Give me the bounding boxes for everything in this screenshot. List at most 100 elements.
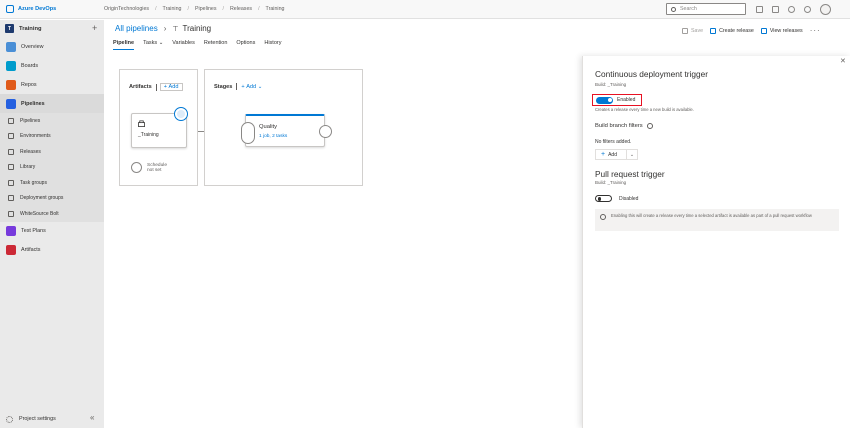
rocket-icon: [710, 27, 717, 34]
task-groups-icon: [8, 179, 14, 186]
pre-deployment-conditions-icon[interactable]: [241, 122, 255, 144]
build-icon: [138, 120, 145, 127]
save-button[interactable]: Save: [682, 27, 704, 34]
trigger-flyout: ✕ Continuous deployment trigger Build: _…: [582, 56, 850, 428]
breadcrumb-separator: /: [187, 6, 189, 12]
add-filter-label: Add: [608, 151, 617, 158]
pr-trigger-toggle[interactable]: Disabled: [595, 195, 638, 202]
sidebar-item-label: Overview: [21, 43, 44, 50]
breadcrumb-separator: /: [258, 6, 260, 12]
repos-icon: [6, 79, 16, 90]
save-icon: [682, 27, 688, 34]
more-actions-icon[interactable]: ···: [810, 26, 821, 35]
sidebar-item-overview[interactable]: Overview: [0, 37, 104, 56]
project-settings[interactable]: Project settings «: [0, 410, 104, 428]
cd-trigger-toggle[interactable]: Enabled: [592, 94, 642, 106]
add-stage-button[interactable]: + Add ⌄: [241, 84, 262, 90]
sidebar-subitem-releases[interactable]: Releases: [0, 144, 104, 160]
tab-pipeline[interactable]: Pipeline: [113, 40, 135, 50]
tab-retention[interactable]: Retention: [204, 40, 228, 50]
schedule-trigger[interactable]: Schedule not set: [131, 162, 167, 173]
avatar[interactable]: [820, 4, 831, 15]
schedule-line2: not set: [147, 167, 162, 173]
add-icon[interactable]: +: [92, 23, 97, 33]
create-release-label: Create release: [719, 27, 754, 34]
all-pipelines-link[interactable]: All pipelines: [115, 24, 158, 33]
header-actions: Save Create release View releases ···: [682, 26, 821, 35]
page-title: All pipelines › ⊤ Training: [115, 24, 211, 33]
sidebar-item-boards[interactable]: Boards: [0, 56, 104, 75]
breadcrumb-project[interactable]: Training: [163, 6, 182, 12]
pr-note-text: Enabling this will create a release ever…: [611, 213, 812, 218]
save-label: Save: [691, 27, 704, 34]
pr-trigger-note: Enabling this will create a release ever…: [595, 209, 839, 231]
chevron-down-icon[interactable]: ⌄: [626, 149, 637, 160]
artifact-name: _Training: [138, 132, 159, 138]
search-icon: [671, 6, 676, 12]
chevron-down-icon: ⌄: [257, 83, 263, 90]
cd-trigger-badge[interactable]: [174, 107, 188, 121]
sidebar-subitem-task-groups[interactable]: Task groups: [0, 175, 104, 191]
breadcrumb-pipelines[interactable]: Pipelines: [195, 6, 217, 12]
close-icon[interactable]: ✕: [840, 57, 846, 65]
brand-name: Azure DevOps: [18, 6, 57, 12]
list-icon: [760, 27, 767, 34]
cd-trigger-title: Continuous deployment trigger: [595, 69, 708, 79]
search-input[interactable]: Search: [666, 3, 746, 15]
add-filter-button[interactable]: + Add ⌄: [595, 149, 638, 160]
sidebar-subitem-environments[interactable]: Environments: [0, 128, 104, 144]
sidebar-item-label: Pipelines: [21, 100, 45, 107]
sidebar-subitem-library[interactable]: Library: [0, 159, 104, 175]
branch-filters-heading: Build branch filters: [595, 123, 653, 129]
pipeline-name[interactable]: Training: [182, 24, 211, 33]
project-header[interactable]: T Training +: [0, 20, 104, 37]
sidebar-subitem-label: Task groups: [20, 179, 47, 186]
tab-options[interactable]: Options: [236, 40, 255, 50]
sidebar-item-artifacts[interactable]: Artifacts: [0, 241, 104, 260]
shopping-bag-icon[interactable]: [772, 6, 779, 13]
pr-trigger-subtitle: Build: _Training: [595, 180, 627, 185]
tab-bar: Pipeline Tasks ⌄ Variables Retention Opt…: [113, 40, 290, 50]
sidebar: T Training + Overview Boards Repos Pipel…: [0, 20, 104, 428]
sidebar-subitem-pipelines[interactable]: Pipelines: [0, 113, 104, 129]
add-artifact-button[interactable]: + Add: [159, 83, 183, 91]
breadcrumb-org[interactable]: OriginTechnologies: [104, 6, 149, 12]
user-settings-icon[interactable]: [804, 6, 811, 13]
artifacts-panel: Artifacts + Add _Training Schedule not s…: [119, 69, 198, 186]
stage-card[interactable]: Quality 1 job, 2 tasks: [245, 114, 325, 147]
release-pipeline-icon: ⊤: [172, 25, 179, 33]
view-releases-button[interactable]: View releases: [760, 27, 803, 34]
tab-variables[interactable]: Variables: [172, 40, 195, 50]
boards-icon: [6, 60, 16, 71]
sidebar-subitem-label: WhiteSource Bolt: [20, 210, 59, 217]
tab-history[interactable]: History: [264, 40, 281, 50]
sidebar-item-label: Boards: [21, 62, 39, 69]
sidebar-subitem-whitesource-bolt[interactable]: WhiteSource Bolt: [0, 206, 104, 222]
cd-trigger-description: Creates a release every time a new build…: [595, 107, 694, 112]
list-icon[interactable]: [756, 6, 763, 13]
info-icon[interactable]: [646, 123, 653, 129]
tab-tasks[interactable]: Tasks ⌄: [143, 40, 163, 50]
sidebar-item-repos[interactable]: Repos: [0, 75, 104, 94]
brand[interactable]: Azure DevOps: [0, 0, 104, 19]
breadcrumb-releases[interactable]: Releases: [230, 6, 252, 12]
schedule-text: Schedule not set: [147, 163, 167, 173]
plus-icon: +: [601, 151, 606, 158]
chevron-right-icon: ›: [163, 24, 167, 33]
artifacts-header: Artifacts + Add: [129, 83, 183, 91]
sidebar-item-label: Artifacts: [21, 247, 41, 253]
add-label: Add: [246, 83, 257, 90]
stages-label: Stages: [214, 83, 233, 90]
sidebar-subitem-label: Pipelines: [20, 117, 41, 124]
post-deployment-conditions-icon[interactable]: [319, 125, 332, 138]
sidebar-item-pipelines[interactable]: Pipelines: [0, 94, 104, 113]
help-icon[interactable]: [788, 6, 795, 13]
breadcrumb-pipeline[interactable]: Training: [266, 6, 285, 12]
stage-detail-link[interactable]: 1 job, 2 tasks: [259, 134, 287, 139]
sidebar-subitem-deployment-groups[interactable]: Deployment groups: [0, 190, 104, 206]
collapse-sidebar-icon[interactable]: «: [90, 413, 94, 422]
gear-icon: [6, 415, 13, 423]
sidebar-subitem-label: Library: [20, 164, 36, 171]
create-release-button[interactable]: Create release: [710, 27, 754, 34]
sidebar-item-test-plans[interactable]: Test Plans: [0, 222, 104, 241]
